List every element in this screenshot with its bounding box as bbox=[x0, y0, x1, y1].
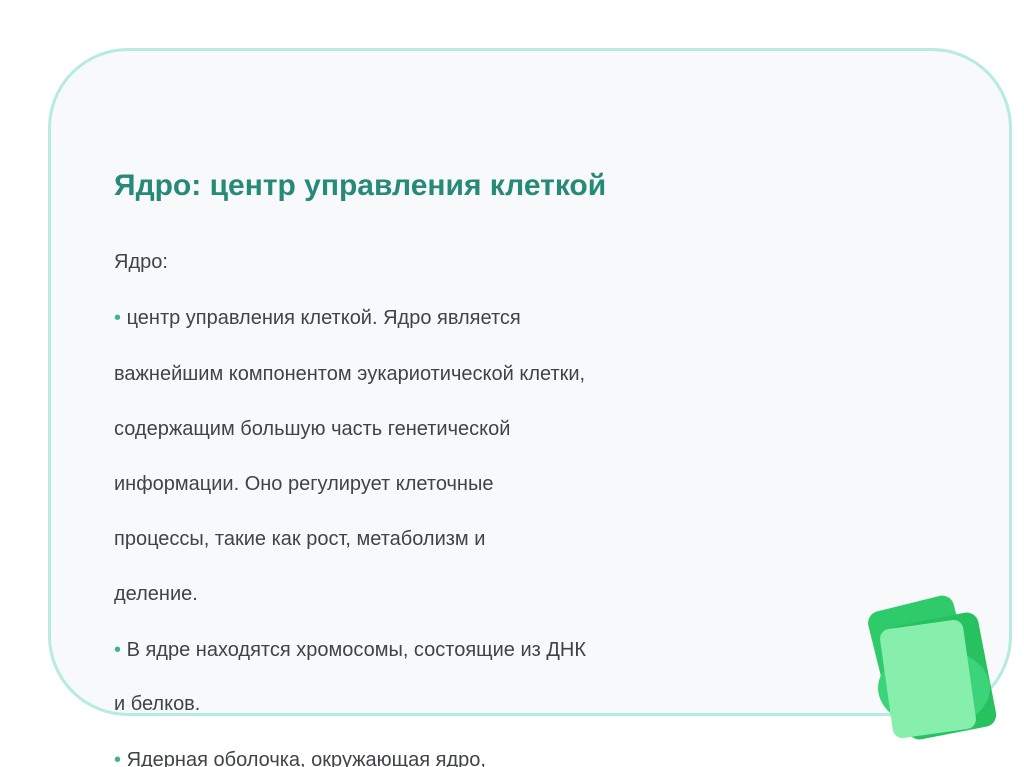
bullet-marker: • bbox=[114, 639, 122, 661]
body-line-5: информации. Оно регулирует клеточные bbox=[114, 471, 493, 497]
body-line-3: важнейшим компонентом эукариотической кл… bbox=[114, 361, 585, 387]
body-line-8: • В ядре находятся хромосомы, состоящие … bbox=[114, 637, 586, 663]
body-line-text: деление. bbox=[114, 583, 198, 605]
body-line-text: содержащим большую часть генетической bbox=[114, 418, 511, 440]
body-line-text: информации. Оно регулирует клеточные bbox=[114, 473, 494, 495]
body-line-text: Ядро: bbox=[114, 251, 168, 273]
body-line-text: центр управления клеткой. Ядро является bbox=[121, 307, 521, 329]
body-line-text: Ядерная оболочка, окружающая ядро, bbox=[121, 749, 486, 767]
body-line-text: и белков. bbox=[114, 693, 201, 715]
body-line-10: • Ядерная оболочка, окружающая ядро, bbox=[114, 747, 486, 767]
bullet-marker: • bbox=[114, 307, 122, 329]
green-cards-icon bbox=[868, 595, 997, 740]
body-line-2: • центр управления клеткой. Ядро являетс… bbox=[114, 305, 521, 331]
slide-title: Ядро: центр управления клеткой bbox=[114, 169, 607, 202]
slide: Ядро: центр управления клеткой Ядро: • ц… bbox=[0, 0, 1024, 767]
body-line-6: процессы, такие как рост, метаболизм и bbox=[114, 526, 485, 552]
body-line-text: В ядре находятся хромосомы, состоящие из… bbox=[121, 639, 587, 661]
body-line-text: важнейшим компонентом эукариотической кл… bbox=[114, 363, 586, 385]
body-line-9: и белков. bbox=[114, 691, 200, 717]
body-line-4: содержащим большую часть генетической bbox=[114, 416, 510, 442]
bullet-marker: • bbox=[114, 749, 122, 767]
body-line-1: Ядро: bbox=[114, 249, 168, 275]
body-line-7: деление. bbox=[114, 581, 198, 607]
body-line-text: процессы, такие как рост, метаболизм и bbox=[114, 528, 486, 550]
